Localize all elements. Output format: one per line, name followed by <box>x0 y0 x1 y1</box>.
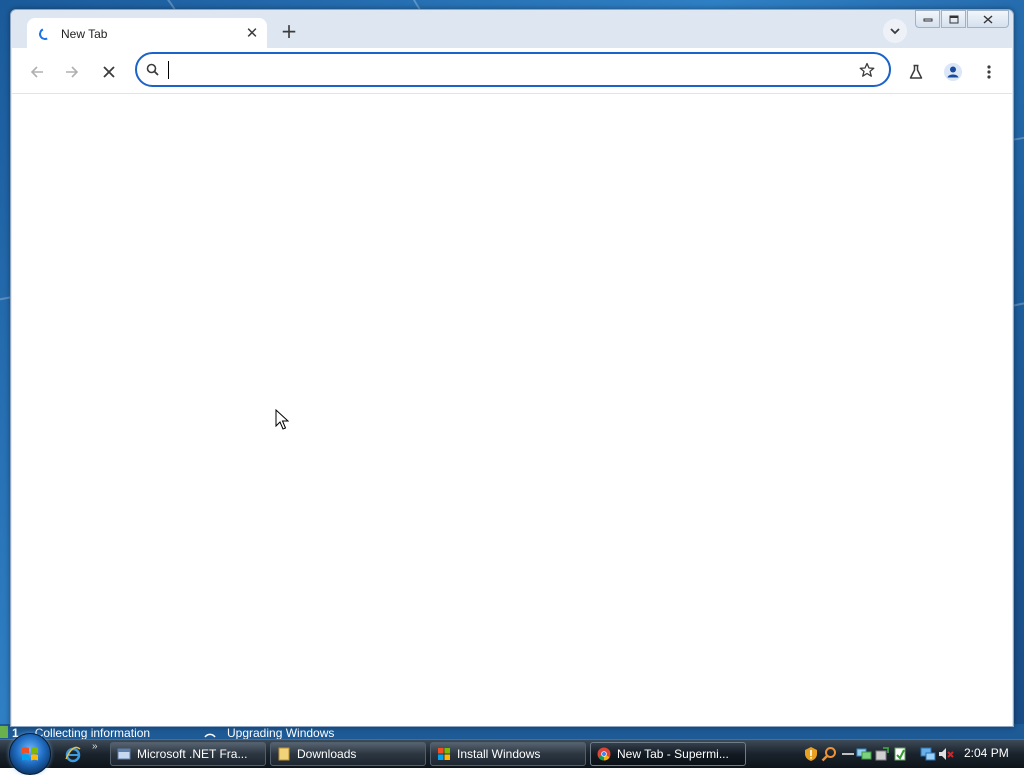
chevron-down-icon <box>890 28 900 35</box>
taskbar-item-dotnet[interactable]: Microsoft .NET Fra... <box>110 742 266 766</box>
forward-button[interactable] <box>60 60 84 84</box>
setup-step-label: Upgrading Windows <box>227 726 335 740</box>
volume-muted-icon[interactable] <box>938 746 954 762</box>
tab-search-button[interactable] <box>883 19 907 43</box>
taskbar-item-install-windows[interactable]: Install Windows <box>430 742 586 766</box>
search-tray-icon[interactable] <box>821 746 837 762</box>
quicklaunch-ie[interactable] <box>63 744 83 764</box>
installer-icon <box>117 748 131 760</box>
tab-title: New Tab <box>61 26 108 41</box>
browser-window: New Tab ✕ + <box>10 9 1014 727</box>
setup-spinner-icon <box>204 733 216 738</box>
search-icon <box>146 63 159 76</box>
close-icon <box>103 66 115 78</box>
more-vertical-icon <box>987 65 991 79</box>
profile-avatar-icon <box>944 63 962 81</box>
taskbar-clock[interactable]: 2:04 PM <box>964 746 1009 760</box>
labs-button[interactable] <box>904 60 928 84</box>
browser-toolbar <box>12 48 1012 94</box>
address-bar[interactable] <box>135 52 891 87</box>
minimize-icon <box>923 18 932 22</box>
network-tray-icon[interactable] <box>856 746 872 762</box>
bookmark-button[interactable] <box>857 60 877 80</box>
taskbar: » Microsoft .NET Fra... Downloads Instal… <box>0 733 1024 775</box>
restore-icon <box>949 15 958 23</box>
arrow-left-icon <box>30 66 43 78</box>
title-bar: New Tab ✕ + <box>11 10 1013 49</box>
taskbar-item-label: Downloads <box>297 747 357 761</box>
maximize-button[interactable] <box>941 10 966 28</box>
address-input[interactable] <box>167 59 851 83</box>
close-window-button[interactable] <box>967 10 1009 28</box>
setup-step-label: Collecting information <box>34 726 151 740</box>
taskbar-item-new-tab[interactable]: New Tab - Supermi... <box>590 742 746 766</box>
flask-icon <box>909 64 923 79</box>
star-icon <box>859 62 875 77</box>
close-icon <box>983 14 993 24</box>
chrome-icon <box>597 747 611 761</box>
update-tray-icon[interactable] <box>892 746 908 762</box>
windows-logo-icon <box>22 747 38 761</box>
back-button[interactable] <box>25 60 49 84</box>
new-tab-button[interactable]: + <box>277 20 301 44</box>
internet-explorer-icon <box>65 746 81 763</box>
window-controls <box>914 10 1009 28</box>
tab-close-button[interactable]: ✕ <box>243 25 261 43</box>
stop-loading-button[interactable] <box>97 60 121 84</box>
taskbar-item-label: Microsoft .NET Fra... <box>137 747 248 761</box>
arrow-right-icon <box>66 66 79 78</box>
tab-new-tab[interactable]: New Tab ✕ <box>27 18 267 49</box>
menu-button[interactable] <box>977 60 1001 84</box>
setup-progress-mark <box>0 726 8 738</box>
page-content <box>12 94 1012 726</box>
taskbar-item-downloads[interactable]: Downloads <box>270 742 426 766</box>
setup-step-upgrading: Upgrading Windows <box>203 726 334 740</box>
tools-tray-icon[interactable] <box>874 746 890 762</box>
monitor-tray-icon[interactable] <box>920 746 936 762</box>
minimize-button[interactable] <box>915 10 940 28</box>
windows-flag-icon <box>438 748 450 760</box>
loading-spinner-icon <box>37 25 53 42</box>
mouse-cursor-icon <box>275 409 289 430</box>
start-button[interactable] <box>9 733 51 775</box>
quicklaunch-more-button[interactable]: » <box>92 741 98 752</box>
alert-shield-icon[interactable] <box>803 746 819 762</box>
taskbar-item-label: Install Windows <box>457 747 541 761</box>
minus-tray-icon[interactable] <box>840 746 856 762</box>
folder-icon <box>278 747 290 761</box>
profile-button[interactable] <box>941 60 965 84</box>
text-caret <box>168 61 169 79</box>
taskbar-item-label: New Tab - Supermi... <box>617 747 729 761</box>
